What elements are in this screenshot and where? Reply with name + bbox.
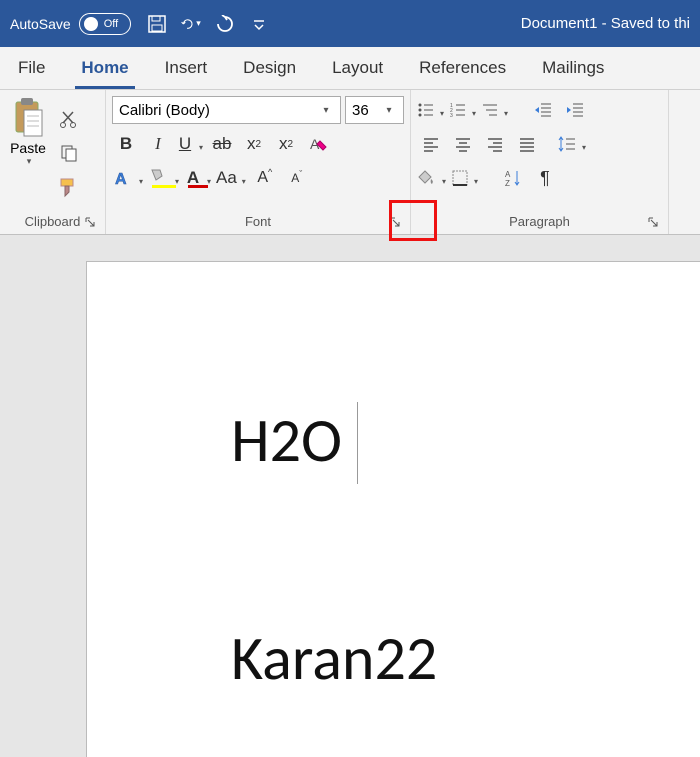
borders-button[interactable]: ▾ — [451, 164, 479, 192]
chevron-down-icon: ▾ — [27, 156, 32, 167]
autosave-state: Off — [104, 18, 118, 30]
tab-file[interactable]: File — [0, 47, 63, 89]
quick-access-toolbar: ▾ — [147, 14, 269, 34]
autosave-toggle[interactable]: AutoSave Off — [10, 13, 131, 35]
superscript-button[interactable]: x2 — [272, 130, 300, 158]
sort-button[interactable]: AZ — [499, 164, 527, 192]
font-color-button[interactable]: A ▾ — [184, 164, 212, 192]
cut-button[interactable] — [56, 106, 82, 132]
svg-text:A: A — [115, 171, 127, 188]
repeat-button[interactable] — [215, 14, 235, 34]
highlight-button[interactable]: ▾ — [148, 164, 180, 192]
clipboard-group-label: Clipboard — [25, 214, 81, 229]
chevron-down-icon: ▾ — [442, 177, 446, 186]
tab-design[interactable]: Design — [225, 47, 314, 89]
chevron-down-icon: ▾ — [474, 177, 478, 186]
tab-mailings[interactable]: Mailings — [524, 47, 622, 89]
shading-button[interactable]: ▾ — [417, 164, 447, 192]
bold-button[interactable]: B — [112, 130, 140, 158]
chevron-down-icon: ▾ — [207, 177, 211, 186]
svg-text:Z: Z — [505, 179, 510, 188]
document-area: H2O Karan22 — [0, 235, 700, 757]
underline-button[interactable]: U▾ — [176, 130, 204, 158]
align-right-button[interactable] — [481, 130, 509, 158]
chevron-down-icon: ▾ — [175, 177, 179, 186]
document-text-line2[interactable]: Karan22 — [231, 620, 437, 696]
tab-home[interactable]: Home — [63, 47, 146, 89]
italic-button[interactable]: I — [144, 130, 172, 158]
chevron-down-icon: ▾ — [582, 143, 586, 152]
font-size-value: 36 — [352, 102, 381, 119]
text-effects-button[interactable]: A ▾ — [112, 164, 144, 192]
align-center-button[interactable] — [449, 130, 477, 158]
svg-text:A: A — [505, 170, 511, 179]
highlight-color-swatch — [152, 185, 176, 188]
font-name-input[interactable] — [119, 102, 318, 119]
tab-layout[interactable]: Layout — [314, 47, 401, 89]
align-left-button[interactable] — [417, 130, 445, 158]
paste-button[interactable]: Paste ▾ — [6, 96, 50, 210]
ribbon: Paste ▾ Clipboard — [0, 90, 700, 235]
justify-button[interactable] — [513, 130, 541, 158]
tab-insert[interactable]: Insert — [147, 47, 226, 89]
clipboard-group: Paste ▾ Clipboard — [0, 90, 106, 234]
chevron-down-icon: ▾ — [440, 109, 444, 118]
change-case-button[interactable]: Aa▾ — [216, 164, 247, 192]
autosave-switch[interactable]: Off — [79, 13, 131, 35]
font-group: ▾ 36 ▾ B I U▾ ab x2 x2 A A — [106, 90, 411, 234]
paragraph-group: ▾ 123▾ ▾ ▾ ▾ ▾ AZ ¶ — [411, 90, 669, 234]
decrease-indent-button[interactable] — [529, 96, 557, 124]
text-cursor — [357, 402, 358, 484]
ribbon-tabs: File Home Insert Design Layout Reference… — [0, 47, 700, 90]
chevron-down-icon: ▾ — [199, 143, 203, 152]
chevron-down-icon: ▾ — [196, 18, 201, 29]
strikethrough-button[interactable]: ab — [208, 130, 236, 158]
chevron-down-icon: ▾ — [504, 109, 508, 118]
shrink-font-button[interactable]: Aˇ — [283, 164, 311, 192]
increase-indent-button[interactable] — [561, 96, 589, 124]
paragraph-launcher[interactable] — [646, 215, 660, 229]
line-spacing-button[interactable]: ▾ — [557, 130, 587, 158]
font-name-combo[interactable]: ▾ — [112, 96, 341, 124]
font-color-swatch — [188, 185, 208, 188]
undo-button[interactable]: ▾ — [181, 14, 201, 34]
font-group-label: Font — [245, 214, 271, 229]
paragraph-group-label: Paragraph — [509, 214, 570, 229]
copy-button[interactable] — [56, 140, 82, 166]
annotation-highlight — [389, 200, 437, 241]
chevron-down-icon: ▾ — [139, 177, 143, 186]
bullets-button[interactable]: ▾ — [417, 96, 445, 124]
format-painter-button[interactable] — [56, 174, 82, 200]
document-text-line1[interactable]: H2O — [231, 402, 342, 478]
svg-text:3: 3 — [450, 113, 453, 119]
customize-qat-button[interactable] — [249, 14, 269, 34]
autosave-label: AutoSave — [10, 16, 71, 32]
clipboard-launcher[interactable] — [83, 215, 97, 229]
numbering-button[interactable]: 123▾ — [449, 96, 477, 124]
save-icon[interactable] — [147, 14, 167, 34]
grow-font-button[interactable]: A^ — [251, 164, 279, 192]
toggle-knob — [84, 17, 98, 31]
document-title: Document1 - Saved to thi — [277, 15, 690, 32]
chevron-down-icon: ▾ — [472, 109, 476, 118]
chevron-down-icon: ▾ — [242, 177, 246, 186]
page[interactable]: H2O Karan22 — [86, 261, 700, 757]
font-size-combo[interactable]: 36 ▾ — [345, 96, 404, 124]
clear-formatting-button[interactable]: A — [304, 130, 332, 158]
show-hide-marks-button[interactable]: ¶ — [531, 164, 559, 192]
paste-label: Paste — [10, 140, 46, 156]
paste-icon — [10, 96, 46, 140]
chevron-down-icon: ▾ — [318, 105, 334, 116]
chevron-down-icon: ▾ — [381, 105, 397, 116]
multilevel-list-button[interactable]: ▾ — [481, 96, 509, 124]
title-bar: AutoSave Off ▾ Document1 - Saved to thi — [0, 0, 700, 47]
tab-references[interactable]: References — [401, 47, 524, 89]
subscript-button[interactable]: x2 — [240, 130, 268, 158]
